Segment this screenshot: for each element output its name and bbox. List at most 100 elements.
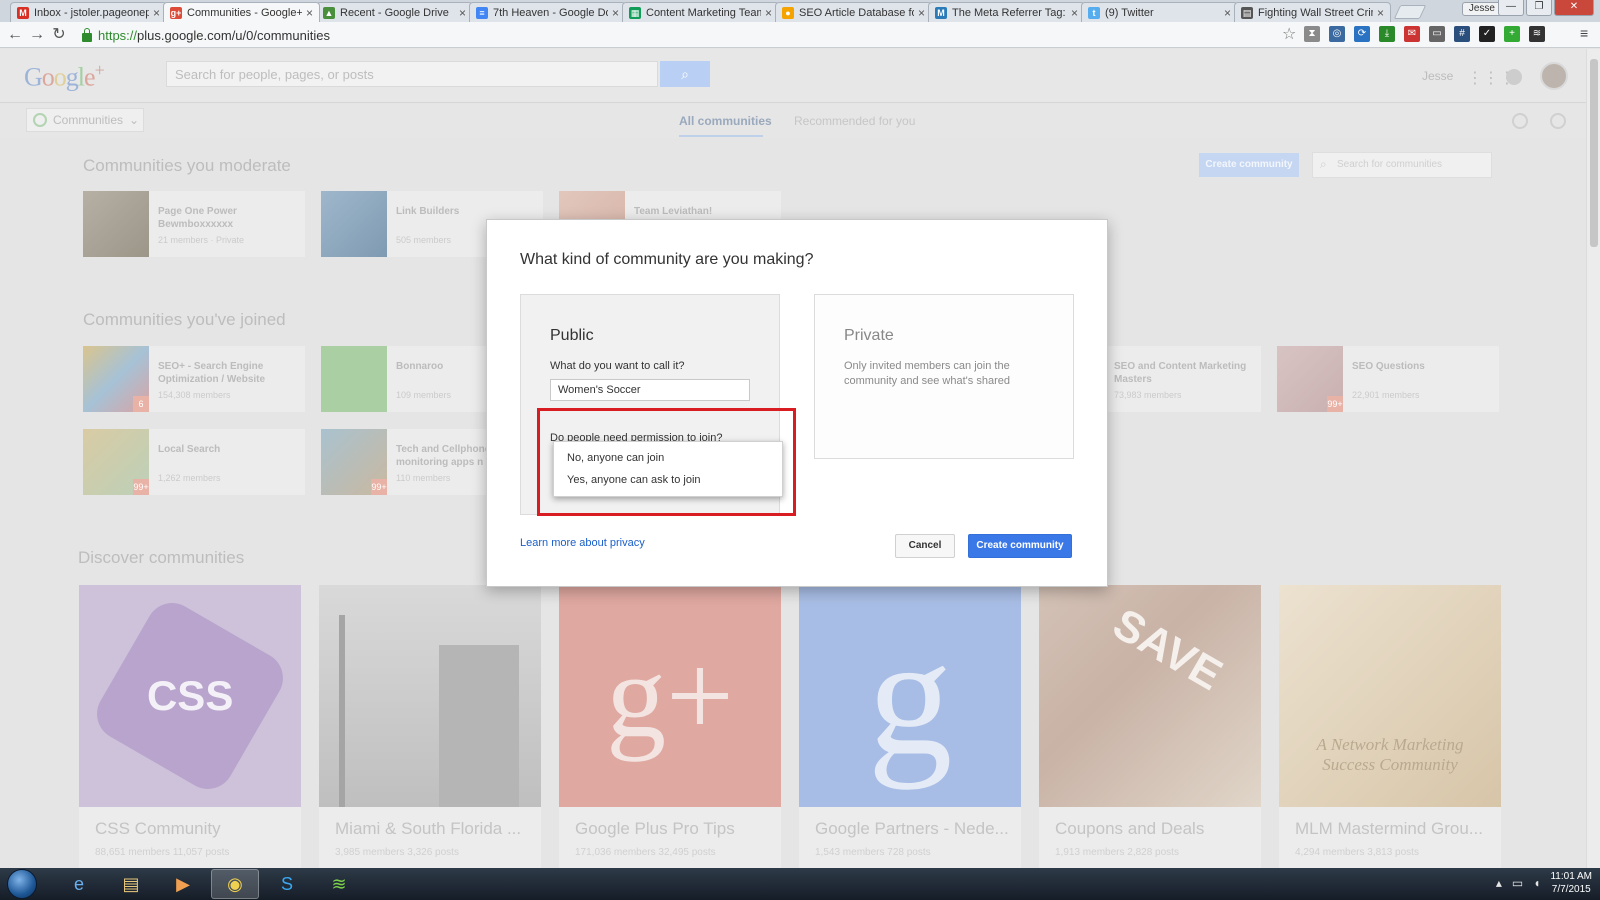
window-extension-icon[interactable]: ▭ [1429,26,1445,42]
close-tab-icon[interactable]: × [459,6,466,20]
medium-icon: M [935,6,947,19]
css-hexagon-icon: CSS [87,593,293,799]
counter-extension-icon[interactable]: # [1454,26,1470,42]
tab-all-communities[interactable]: All communities [679,114,772,128]
account-name[interactable]: Jesse [1422,69,1453,83]
communities-dropdown[interactable]: Communities ⌄ [26,108,144,132]
address-bar[interactable]: https://plus.google.com/u/0/communities [82,24,1292,46]
community-meta: 109 members [396,390,452,400]
community-card[interactable]: SEO+ - Search Engine Optimization / Webs… [83,346,305,412]
close-tab-icon[interactable]: × [306,6,313,20]
discover-image: SAVE [1039,585,1261,807]
layers-extension-icon[interactable]: ≋ [1529,26,1545,42]
close-tab-icon[interactable]: × [765,6,772,20]
community-card[interactable]: SEO Questions 22,901 members 99+ [1277,346,1499,412]
chevron-down-icon: ⌄ [129,113,140,127]
discover-card[interactable]: g Google Partners - Nede... 1,543 member… [799,585,1021,875]
notifications-icon[interactable] [1506,69,1522,85]
privacy-link[interactable]: Learn more about privacy [520,537,645,549]
forward-button[interactable]: → [26,24,48,46]
close-tab-icon[interactable]: × [612,6,619,20]
maximize-button[interactable]: ❐ [1526,0,1552,16]
avatar[interactable] [1540,62,1568,90]
tab-recommended[interactable]: Recommended for you [794,114,915,128]
volume-icon[interactable]: ◖ [1533,876,1540,890]
tray-expand-icon[interactable]: ▴ [1496,876,1502,890]
seo-extension-icon[interactable]: ◎ [1329,26,1345,42]
spotify-icon[interactable]: ≋ [315,869,363,899]
community-name-label: What do you want to call it? [550,360,685,372]
check-extension-icon[interactable]: ✓ [1479,26,1495,42]
browser-tab[interactable]: g+ Communities - Google+ × [163,2,320,22]
page-scrollbar[interactable] [1586,49,1600,868]
browser-tab[interactable]: t (9) Twitter × [1081,2,1238,22]
discover-card[interactable]: SAVE Coupons and Deals 1,913 members 2,8… [1039,585,1261,875]
new-tab-button[interactable] [1393,5,1427,19]
skype-icon[interactable]: S [263,869,311,899]
close-window-button[interactable]: ✕ [1554,0,1594,16]
discover-meta: 4,294 members 3,813 posts [1295,847,1419,858]
bookmark-star-icon[interactable]: ☆ [1282,24,1296,44]
discover-card[interactable]: A Network Marketing Success Community ML… [1279,585,1501,875]
system-clock[interactable]: 11:01 AM 7/7/2015 [1550,870,1592,896]
help-icon[interactable] [1550,113,1566,129]
browser-tab[interactable]: ▦ Content Marketing Team × [622,2,779,22]
discover-card[interactable]: CSS CSS Community 88,651 members 11,057 … [79,585,301,875]
discover-title: Google Plus Pro Tips [575,819,735,838]
browser-tab[interactable]: ▲ Recent - Google Drive × [316,2,473,22]
section-title-joined: Communities you've joined [83,310,286,329]
reload-button[interactable]: ↻ [48,24,70,46]
public-option-title: Public [550,327,594,344]
close-tab-icon[interactable]: × [1377,6,1384,20]
private-option-panel[interactable]: Private Only invited members can join th… [814,294,1074,459]
cancel-button[interactable]: Cancel [895,534,955,558]
internet-explorer-icon[interactable]: e [55,869,103,899]
media-player-icon[interactable]: ▶ [159,869,207,899]
gplus-search-input[interactable]: Search for people, pages, or posts [166,61,658,87]
browser-tab[interactable]: M The Meta Referrer Tag: A × [928,2,1085,22]
gmail-extension-icon[interactable]: ✉ [1404,26,1420,42]
minimize-button[interactable]: — [1498,0,1524,16]
discover-meta: 1,913 members 2,828 posts [1055,847,1179,858]
chrome-icon[interactable]: ◉ [211,869,259,899]
close-tab-icon[interactable]: × [918,6,925,20]
refresh-extension-icon[interactable]: ⟳ [1354,26,1370,42]
clock-time: 11:01 AM [1550,871,1592,882]
close-tab-icon[interactable]: × [153,6,160,20]
create-community-button[interactable]: Create community [1199,153,1299,177]
hourglass-extension-icon[interactable]: ⧗ [1304,26,1320,42]
discover-card[interactable]: Miami & South Florida ... 3,985 members … [319,585,541,875]
file-explorer-icon[interactable]: ▤ [107,869,155,899]
start-button[interactable] [7,869,37,899]
search-communities-input[interactable]: Search for communities [1312,152,1492,178]
scrollbar-thumb[interactable] [1590,59,1598,247]
drive-icon: ▲ [323,6,335,19]
close-tab-icon[interactable]: × [1224,6,1231,20]
discover-card[interactable]: g+ Google Plus Pro Tips 171,036 members … [559,585,781,875]
private-option-description: Only invited members can join the commun… [844,360,1010,387]
community-meta: 154,308 members [158,390,231,400]
sheets-icon: ▦ [629,6,641,19]
google-plus-logo[interactable]: Google+ [24,60,105,93]
community-name-input[interactable] [550,379,750,401]
discover-meta: 171,036 members 32,495 posts [575,847,716,858]
close-tab-icon[interactable]: × [1071,6,1078,20]
bell-icon[interactable] [1512,113,1528,129]
community-card[interactable]: Local Search 1,262 members 99+ [83,429,305,495]
mlm-tagline: A Network Marketing Success Community [1316,735,1464,774]
community-card[interactable]: Page One Power Bewmboxxxxxx 21 members ·… [83,191,305,257]
browser-tab[interactable]: ▤ Fighting Wall Street Crim × [1234,2,1391,22]
profile-chip[interactable]: Jesse [1461,2,1502,16]
browser-tab[interactable]: ● SEO Article Database for × [775,2,932,22]
browser-tab[interactable]: ≡ 7th Heaven - Google Doc × [469,2,626,22]
community-meta: 22,901 members [1352,390,1420,400]
browser-tab[interactable]: M Inbox - jstoler.pageonep × [10,2,167,22]
extensions-bar: ⧗ ◎ ⟳ ⤓ ✉ ▭ # ✓ + ≋ [1304,26,1545,42]
search-icon[interactable]: ⌕ [660,61,710,87]
plus-extension-icon[interactable]: + [1504,26,1520,42]
network-icon[interactable]: ▭ [1512,876,1523,890]
back-button[interactable]: ← [4,24,26,46]
download-extension-icon[interactable]: ⤓ [1379,26,1395,42]
create-community-submit-button[interactable]: Create community [968,534,1072,558]
browser-menu-icon[interactable]: ≡ [1580,26,1594,40]
